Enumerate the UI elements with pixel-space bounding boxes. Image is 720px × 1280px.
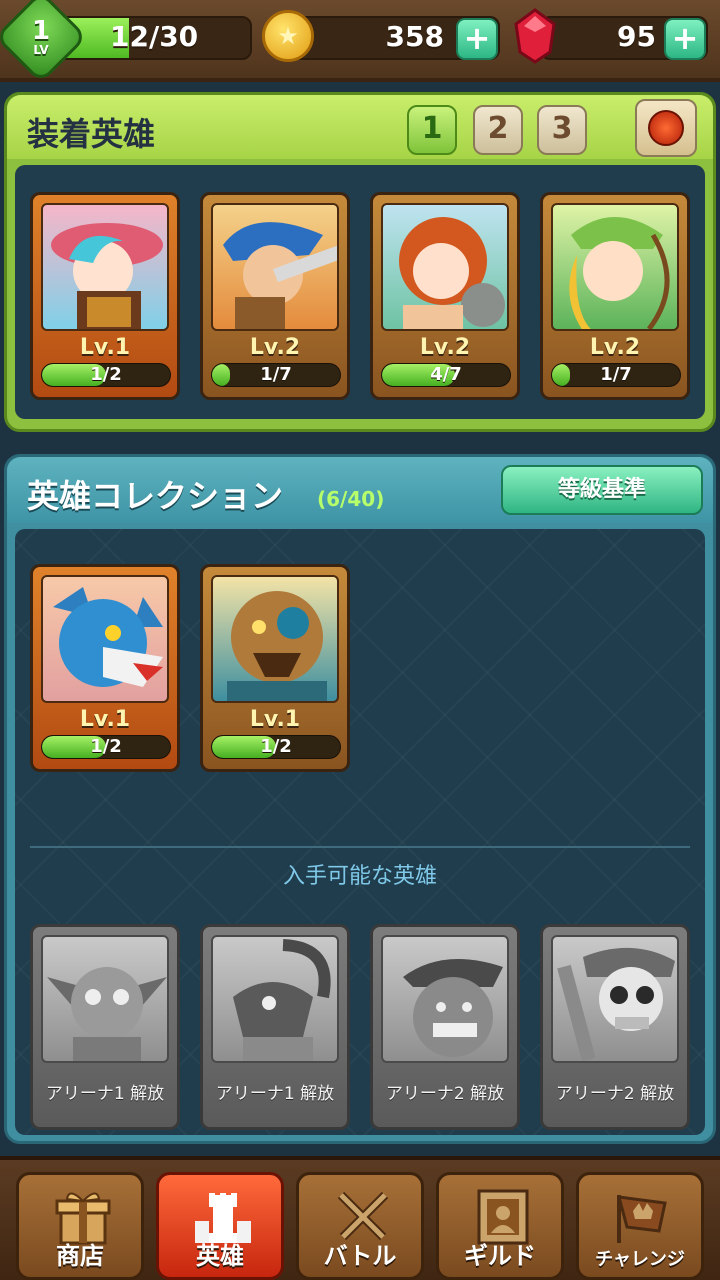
hero-progress-text: 1/7 [600,364,632,385]
equipped-hero-card[interactable]: Lv.2 4/7 [370,192,520,400]
top-status-bar: 1 LV 12/30 ★ 358 + 95 + [0,0,720,84]
hero-portrait-hyena [211,575,339,703]
locked-hero-card[interactable]: アリーナ1 解放 [200,924,350,1130]
hero-progress-bar: 1/2 [41,735,171,759]
collection-panel-header: 英雄コレクション (6/40) 等級基準 [7,457,713,523]
locked-hero-card[interactable]: アリーナ1 解放 [30,924,180,1130]
locked-hero-portrait-skeleton [551,935,679,1063]
hero-level: Lv.2 [419,335,471,360]
hero-level: Lv.1 [249,707,301,732]
flag-crown-icon [616,1195,667,1243]
nav-guild[interactable]: ギルド [436,1172,564,1280]
hero-progress-bar: 4/7 [381,363,511,387]
unlock-condition: アリーナ2 解放 [555,1084,675,1104]
unlock-condition: アリーナ1 解放 [215,1084,335,1104]
hero-progress-bar: 1/2 [41,363,171,387]
hero-level: Lv.2 [249,335,301,360]
nav-battle-label: バトル [323,1242,397,1270]
section-divider [30,846,690,848]
hero-portrait-wolf [41,575,169,703]
hero-level: Lv.2 [589,335,641,360]
locked-hero-card[interactable]: アリーナ2 解放 [540,924,690,1130]
nav-battle[interactable]: バトル [296,1172,424,1280]
nav-challenge-label: チャレンジ [595,1249,685,1270]
add-gold-button[interactable]: + [456,18,498,60]
spartan-helmet-icon [648,110,684,146]
nav-heroes[interactable]: 英雄 [156,1172,284,1280]
hero-level: Lv.1 [79,335,131,360]
hero-progress-text: 4/7 [430,364,462,385]
hero-portrait-swordsman [211,203,339,331]
collection-title: 英雄コレクション [27,477,284,515]
nav-shop-label: 商店 [56,1242,104,1270]
hero-portrait-bard [41,203,169,331]
unlock-condition: アリーナ1 解放 [45,1084,165,1104]
gem-value: 95 [617,20,656,53]
hero-progress-bar: 1/2 [211,735,341,759]
ruby-gem-icon [514,8,556,64]
xp-text: 12/30 [110,20,199,53]
grade-criteria-button[interactable]: 等級基準 [501,465,703,515]
nav-heroes-label: 英雄 [196,1242,244,1270]
locked-hero-card[interactable]: アリーナ2 解放 [370,924,520,1130]
level-label: LV [33,43,49,57]
gold-coin-icon: ★ [262,10,314,62]
unlock-condition: アリーナ2 解放 [385,1084,505,1104]
collection-hero-card[interactable]: Lv.1 1/2 [200,564,350,772]
equipped-hero-card[interactable]: Lv.2 1/7 [540,192,690,400]
hero-progress-text: 1/2 [90,364,122,385]
hero-progress-bar: 1/7 [211,363,341,387]
equipped-hero-card[interactable]: Lv.1 1/2 [30,192,180,400]
equipped-title: 装着英雄 [27,115,156,153]
collection-hero-card[interactable]: Lv.1 1/2 [30,564,180,772]
equipped-hero-card[interactable]: Lv.2 1/7 [200,192,350,400]
hero-level: Lv.1 [79,707,131,732]
hero-portrait-warrior-girl [381,203,509,331]
hero-progress-text: 1/2 [90,736,122,757]
player-level: 1 [31,16,51,46]
locked-hero-portrait-ogre [381,935,509,1063]
bottom-navigation: 商店 英雄 バトル ギルド チャレンジ [0,1156,720,1280]
gold-value: 358 [385,20,444,53]
nav-guild-label: ギルド [464,1242,536,1270]
hero-progress-bar: 1/7 [551,363,681,387]
level-badge[interactable]: 1 LV [8,4,74,70]
hero-portrait-archer [551,203,679,331]
available-heroes-label: 入手可能な英雄 [282,864,437,889]
locked-hero-portrait-dragon [211,935,339,1063]
hero-progress-text: 1/2 [260,736,292,757]
team-tab-2[interactable]: 2 [473,105,523,155]
nav-shop[interactable]: 商店 [16,1172,144,1280]
add-gems-button[interactable]: + [664,18,706,60]
team-tab-3[interactable]: 3 [537,105,587,155]
collection-count: (6/40) [317,487,385,511]
helmet-button[interactable] [635,99,697,157]
equipped-panel-header: 装着英雄 1 2 3 [7,95,713,159]
hero-progress-text: 1/7 [260,364,292,385]
locked-hero-portrait-goblin [41,935,169,1063]
team-tab-1[interactable]: 1 [407,105,457,155]
nav-challenge[interactable]: チャレンジ [576,1172,704,1280]
